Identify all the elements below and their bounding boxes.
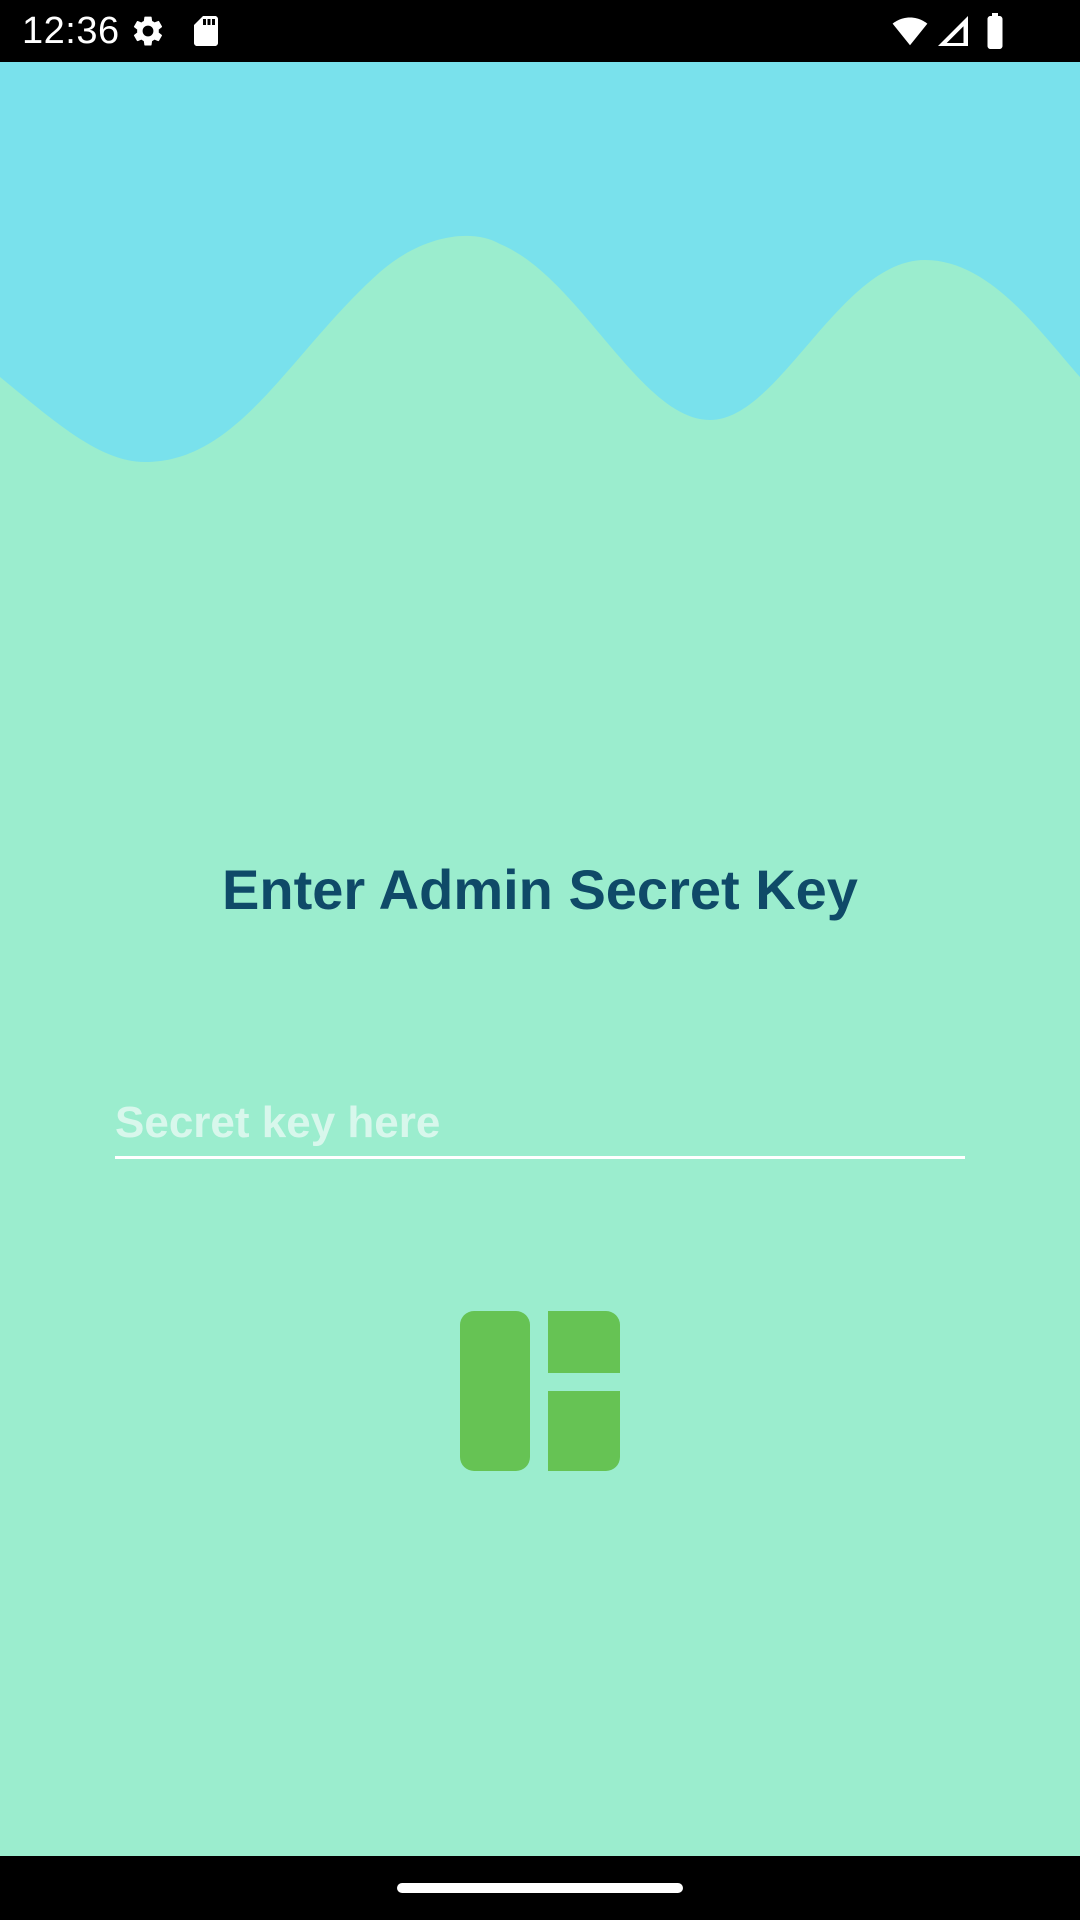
admin-secret-screen: 12:36 Enter Admin Secret Key xyxy=(0,0,1080,1920)
status-time: 12:36 xyxy=(22,10,120,52)
gear-icon xyxy=(130,13,166,49)
status-bar: 12:36 xyxy=(0,0,1080,62)
cell-signal-icon xyxy=(935,13,971,49)
page-title: Enter Admin Secret Key xyxy=(222,858,858,921)
wave-header xyxy=(0,62,1080,482)
wifi-icon xyxy=(890,13,930,49)
sd-card-icon xyxy=(188,13,224,49)
battery-icon xyxy=(980,13,1010,49)
navigation-bar xyxy=(0,1856,1080,1920)
dashboard-layout-icon xyxy=(460,1311,620,1471)
home-gesture-handle[interactable] xyxy=(397,1883,683,1893)
secret-key-input[interactable] xyxy=(115,1090,965,1159)
secret-key-field[interactable] xyxy=(115,1090,965,1160)
